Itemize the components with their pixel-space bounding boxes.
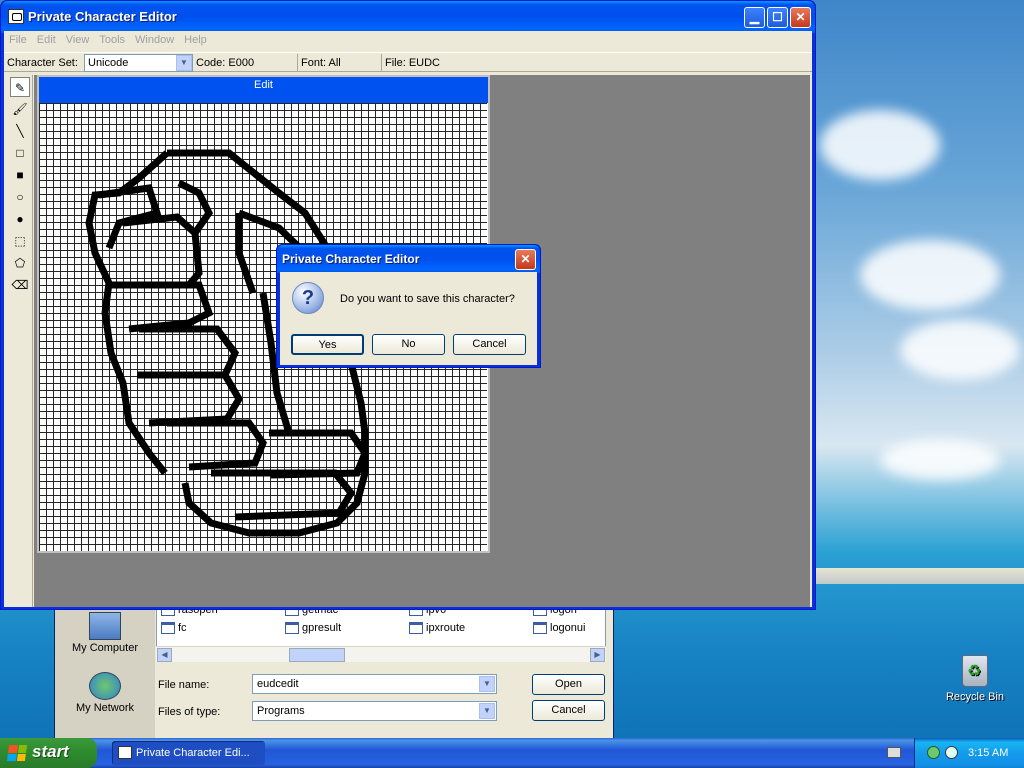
program-icon [285, 622, 299, 634]
save-confirm-dialog: Private Character Editor ✕ ? Do you want… [276, 244, 541, 368]
freeform-selection-tool-icon[interactable]: ⬠ [10, 253, 30, 273]
open-file-dialog: My Computer My Network rasopen getmac ip… [54, 600, 614, 740]
filetype-label: Files of type: [158, 706, 221, 718]
scroll-right-icon[interactable]: ▶ [590, 648, 605, 662]
place-label: My Computer [71, 642, 139, 654]
volume-icon[interactable] [945, 746, 958, 759]
info-bar: Character Set: Unicode ▼ Code: E000 Font… [4, 52, 812, 72]
brush-tool-icon[interactable]: 🖌 [10, 99, 30, 119]
tool-palette: ✎ 🖌 ╲ □ ■ ○ ● ⬚ ⬠ ⌫ [7, 75, 33, 607]
question-icon: ? [292, 282, 324, 314]
filename-input[interactable]: eudcedit ▼ [252, 674, 497, 694]
dialog-title: Private Character Editor [282, 252, 420, 266]
dialog-title-bar[interactable]: Private Character Editor ✕ [277, 245, 540, 273]
menu-window[interactable]: Window [130, 31, 179, 49]
file-readout: File: EUDC [385, 57, 441, 69]
line-tool-icon[interactable]: ╲ [10, 121, 30, 141]
chevron-down-icon[interactable]: ▼ [479, 703, 495, 719]
font-readout: Font: All [301, 57, 341, 69]
desktop-beach [812, 568, 1024, 584]
app-icon [118, 746, 132, 759]
recycle-bin-icon [962, 655, 988, 687]
recycle-bin[interactable]: Recycle Bin [940, 655, 1010, 703]
cancel-button[interactable]: Cancel [532, 700, 605, 721]
divider [381, 54, 382, 71]
divider [297, 54, 298, 71]
window-title: Private Character Editor [28, 9, 177, 24]
eraser-tool-icon[interactable]: ⌫ [10, 275, 30, 295]
place-my-computer[interactable]: My Computer [55, 612, 155, 654]
my-computer-icon [89, 612, 121, 640]
program-icon [533, 622, 547, 634]
start-button[interactable]: start [0, 738, 97, 768]
scrollbar-thumb[interactable] [289, 648, 345, 662]
list-item[interactable]: fc [161, 622, 187, 634]
system-tray: 3:15 AM [914, 738, 1024, 768]
places-bar: My Computer My Network [55, 600, 155, 740]
taskbar: start Private Character Edi... 3:15 AM [0, 738, 1024, 768]
charset-select[interactable]: Unicode ▼ [84, 54, 193, 72]
my-network-icon [89, 672, 121, 700]
cancel-button[interactable]: Cancel [453, 334, 526, 355]
title-bar[interactable]: Private Character Editor ▁ ☐ ✕ [1, 1, 815, 33]
filename-label: File name: [158, 679, 210, 691]
desktop-cloud [820, 110, 940, 180]
desktop-cloud [880, 440, 1000, 480]
hollow-rectangle-tool-icon[interactable]: □ [10, 143, 30, 163]
code-readout: Code: E000 [196, 57, 255, 69]
program-icon [161, 622, 175, 634]
minimize-icon: ▁ [749, 10, 760, 24]
chevron-down-icon[interactable]: ▼ [479, 676, 495, 692]
desktop-cloud [900, 320, 1020, 380]
chevron-down-icon[interactable]: ▼ [176, 55, 192, 71]
keyboard-icon[interactable] [887, 747, 901, 758]
pencil-tool-icon[interactable]: ✎ [10, 77, 30, 97]
recycle-bin-label: Recycle Bin [945, 691, 1005, 703]
filled-ellipse-tool-icon[interactable]: ● [10, 209, 30, 229]
place-my-network[interactable]: My Network [55, 672, 155, 714]
edit-window-title: Edit [39, 77, 488, 103]
taskbar-item-private-character-editor[interactable]: Private Character Edi... [112, 741, 265, 765]
menu-edit[interactable]: Edit [32, 31, 61, 49]
filled-rectangle-tool-icon[interactable]: ■ [10, 165, 30, 185]
filetype-select[interactable]: Programs ▼ [252, 701, 497, 721]
dialog-body: ? Do you want to save this character? Ye… [280, 272, 537, 365]
menu-view[interactable]: View [61, 31, 95, 49]
no-button[interactable]: No [372, 334, 445, 355]
close-button[interactable]: ✕ [790, 7, 811, 28]
menu-file[interactable]: File [4, 31, 32, 49]
hollow-ellipse-tool-icon[interactable]: ○ [10, 187, 30, 207]
network-icon[interactable] [927, 746, 940, 759]
program-icon [409, 622, 423, 634]
yes-button[interactable]: Yes [291, 334, 364, 355]
maximize-icon: ☐ [772, 10, 783, 24]
app-icon[interactable] [8, 9, 24, 24]
menu-bar: File Edit View Tools Window Help [4, 31, 812, 51]
rectangular-selection-tool-icon[interactable]: ⬚ [10, 231, 30, 251]
place-label: My Network [75, 702, 135, 714]
windows-logo-icon [6, 745, 28, 761]
horizontal-scrollbar[interactable]: ◀ ▶ [156, 646, 606, 662]
list-item[interactable]: logonui [533, 622, 585, 634]
dialog-message: Do you want to save this character? [340, 293, 515, 305]
list-item[interactable]: gpresult [285, 622, 341, 634]
scroll-left-icon[interactable]: ◀ [157, 648, 172, 662]
menu-help[interactable]: Help [179, 31, 212, 49]
close-icon[interactable]: ✕ [515, 249, 536, 270]
desktop-cloud [860, 240, 1000, 310]
list-item[interactable]: ipxroute [409, 622, 465, 634]
open-button[interactable]: Open [532, 674, 605, 695]
menu-tools[interactable]: Tools [94, 31, 130, 49]
charset-label: Character Set: [7, 57, 78, 69]
close-icon: ✕ [795, 10, 806, 24]
minimize-button[interactable]: ▁ [744, 7, 765, 28]
clock[interactable]: 3:15 AM [968, 747, 1008, 759]
maximize-button[interactable]: ☐ [767, 7, 788, 28]
